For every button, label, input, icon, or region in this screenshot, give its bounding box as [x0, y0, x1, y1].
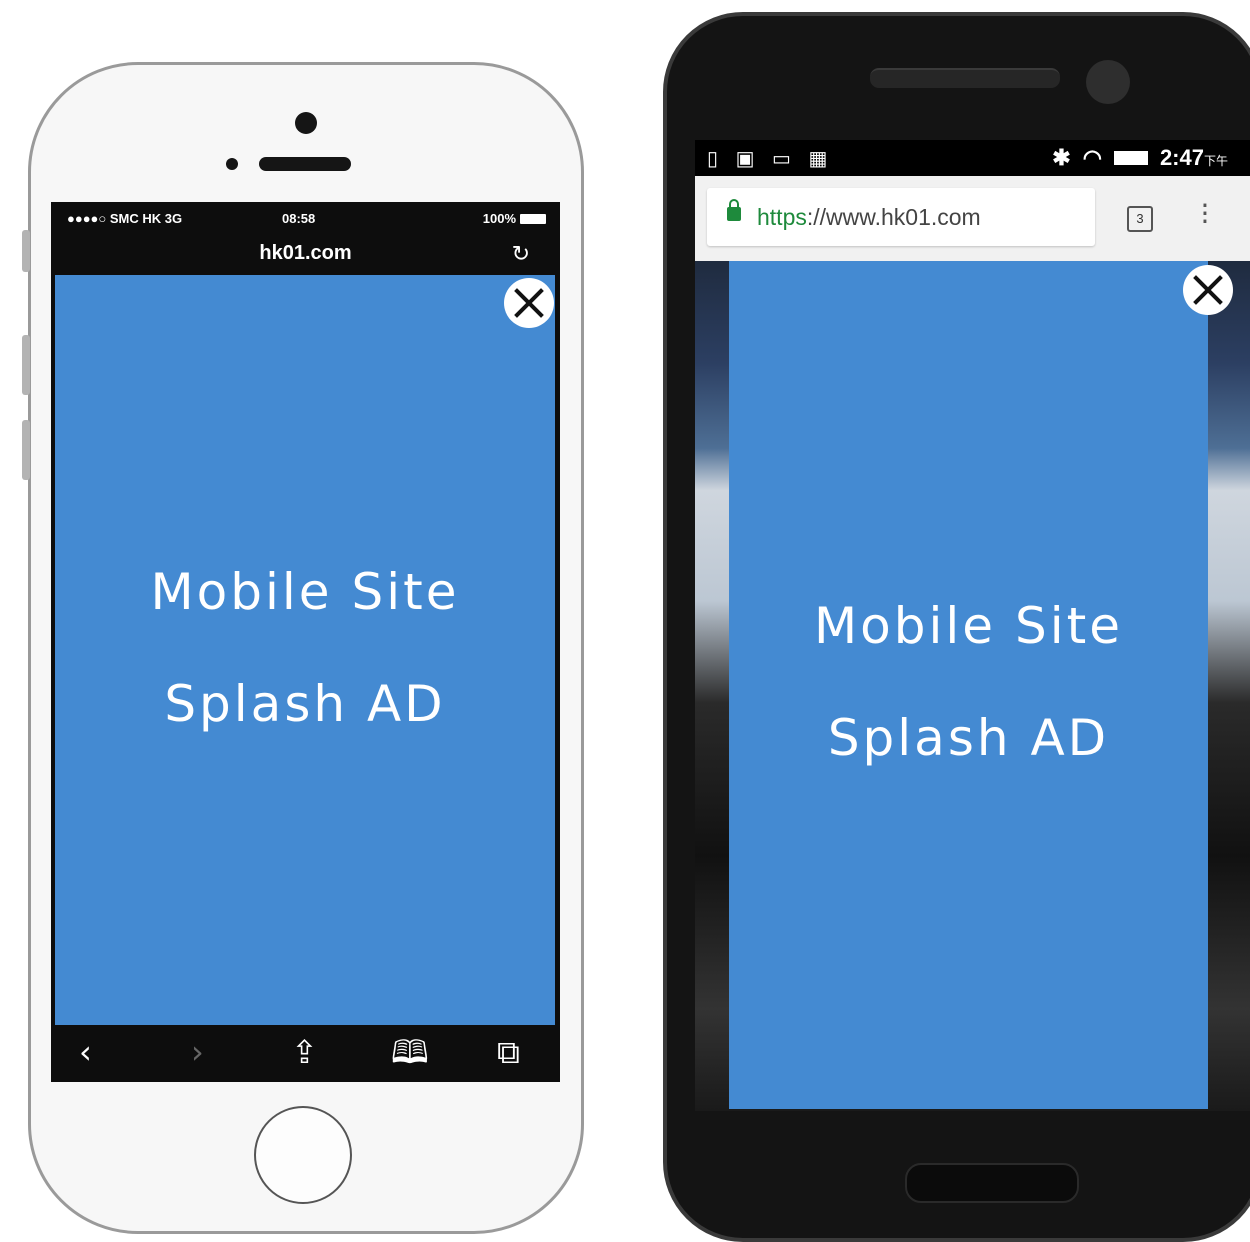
- notification-icons: ▯ ▣ ▭ ▦: [707, 148, 834, 170]
- battery-percent: 100%: [482, 211, 516, 226]
- earpiece-speaker: [259, 157, 351, 171]
- proximity-sensor: [226, 158, 238, 170]
- iphone-volume-down: [22, 420, 30, 480]
- lock-icon: [727, 199, 741, 221]
- ad-title-line1: Mobile Site: [814, 597, 1123, 655]
- status-time: 2:47下午: [1159, 145, 1228, 170]
- forward-icon[interactable]: ›: [191, 1033, 204, 1071]
- status-time: 08:58: [282, 211, 316, 226]
- share-icon[interactable]: ⇪: [291, 1033, 318, 1071]
- iphone-volume-up: [22, 335, 30, 395]
- bluetooth-icon: ✱: [1052, 145, 1071, 170]
- close-icon[interactable]: [1183, 265, 1233, 315]
- chrome-toolbar: https://www.hk01.com 3 · · ·: [695, 176, 1250, 261]
- safari-address-bar[interactable]: hk01.com: [51, 242, 560, 265]
- reload-icon[interactable]: ↻: [512, 242, 530, 267]
- android-status-bar: ▯ ▣ ▭ ▦ ✱ ◠ 2:47下午: [695, 140, 1250, 176]
- ad-title-line2: Splash AD: [827, 709, 1110, 767]
- battery-icon: [1113, 151, 1148, 165]
- url-text: https://www.hk01.com: [757, 204, 981, 230]
- overflow-menu-icon[interactable]: · · ·: [1200, 192, 1210, 236]
- tabs-icon[interactable]: ⧉: [497, 1033, 520, 1071]
- splash-ad[interactable]: Mobile Site Splash AD: [729, 261, 1208, 1109]
- front-camera: [295, 112, 317, 134]
- android-speaker: [870, 68, 1060, 88]
- ad-title-line2: Splash AD: [164, 675, 446, 733]
- tab-switcher-button[interactable]: 3: [1127, 206, 1153, 232]
- wifi-icon: ◠: [1082, 145, 1102, 170]
- android-home-key[interactable]: [905, 1163, 1079, 1203]
- home-button[interactable]: [254, 1106, 352, 1204]
- iphone-silent-switch: [22, 230, 30, 272]
- splash-ad[interactable]: Mobile Site Splash AD: [55, 275, 555, 1025]
- chrome-omnibox[interactable]: https://www.hk01.com: [707, 188, 1095, 246]
- ad-title-line1: Mobile Site: [150, 563, 460, 621]
- bookmarks-icon[interactable]: 🕮: [391, 1033, 429, 1071]
- battery-indicator: 100%: [483, 211, 546, 226]
- ampm-label: 下午: [1203, 154, 1228, 168]
- close-icon[interactable]: [504, 278, 554, 328]
- carrier-label: ●●●●○ SMC HK 3G: [67, 211, 183, 226]
- ios-status-bar: ●●●●○ SMC HK 3G 08:58 100%: [51, 202, 560, 234]
- safari-toolbar: ‹ › ⇪ 🕮 ⧉: [51, 1025, 560, 1082]
- android-front-camera: [1086, 60, 1130, 104]
- iphone-screen: ●●●●○ SMC HK 3G 08:58 100% hk01.com ↻ Mo…: [51, 202, 560, 1082]
- status-right: ✱ ◠ 2:47下午: [1052, 145, 1228, 171]
- back-icon[interactable]: ‹: [79, 1033, 92, 1071]
- battery-icon: [520, 213, 546, 224]
